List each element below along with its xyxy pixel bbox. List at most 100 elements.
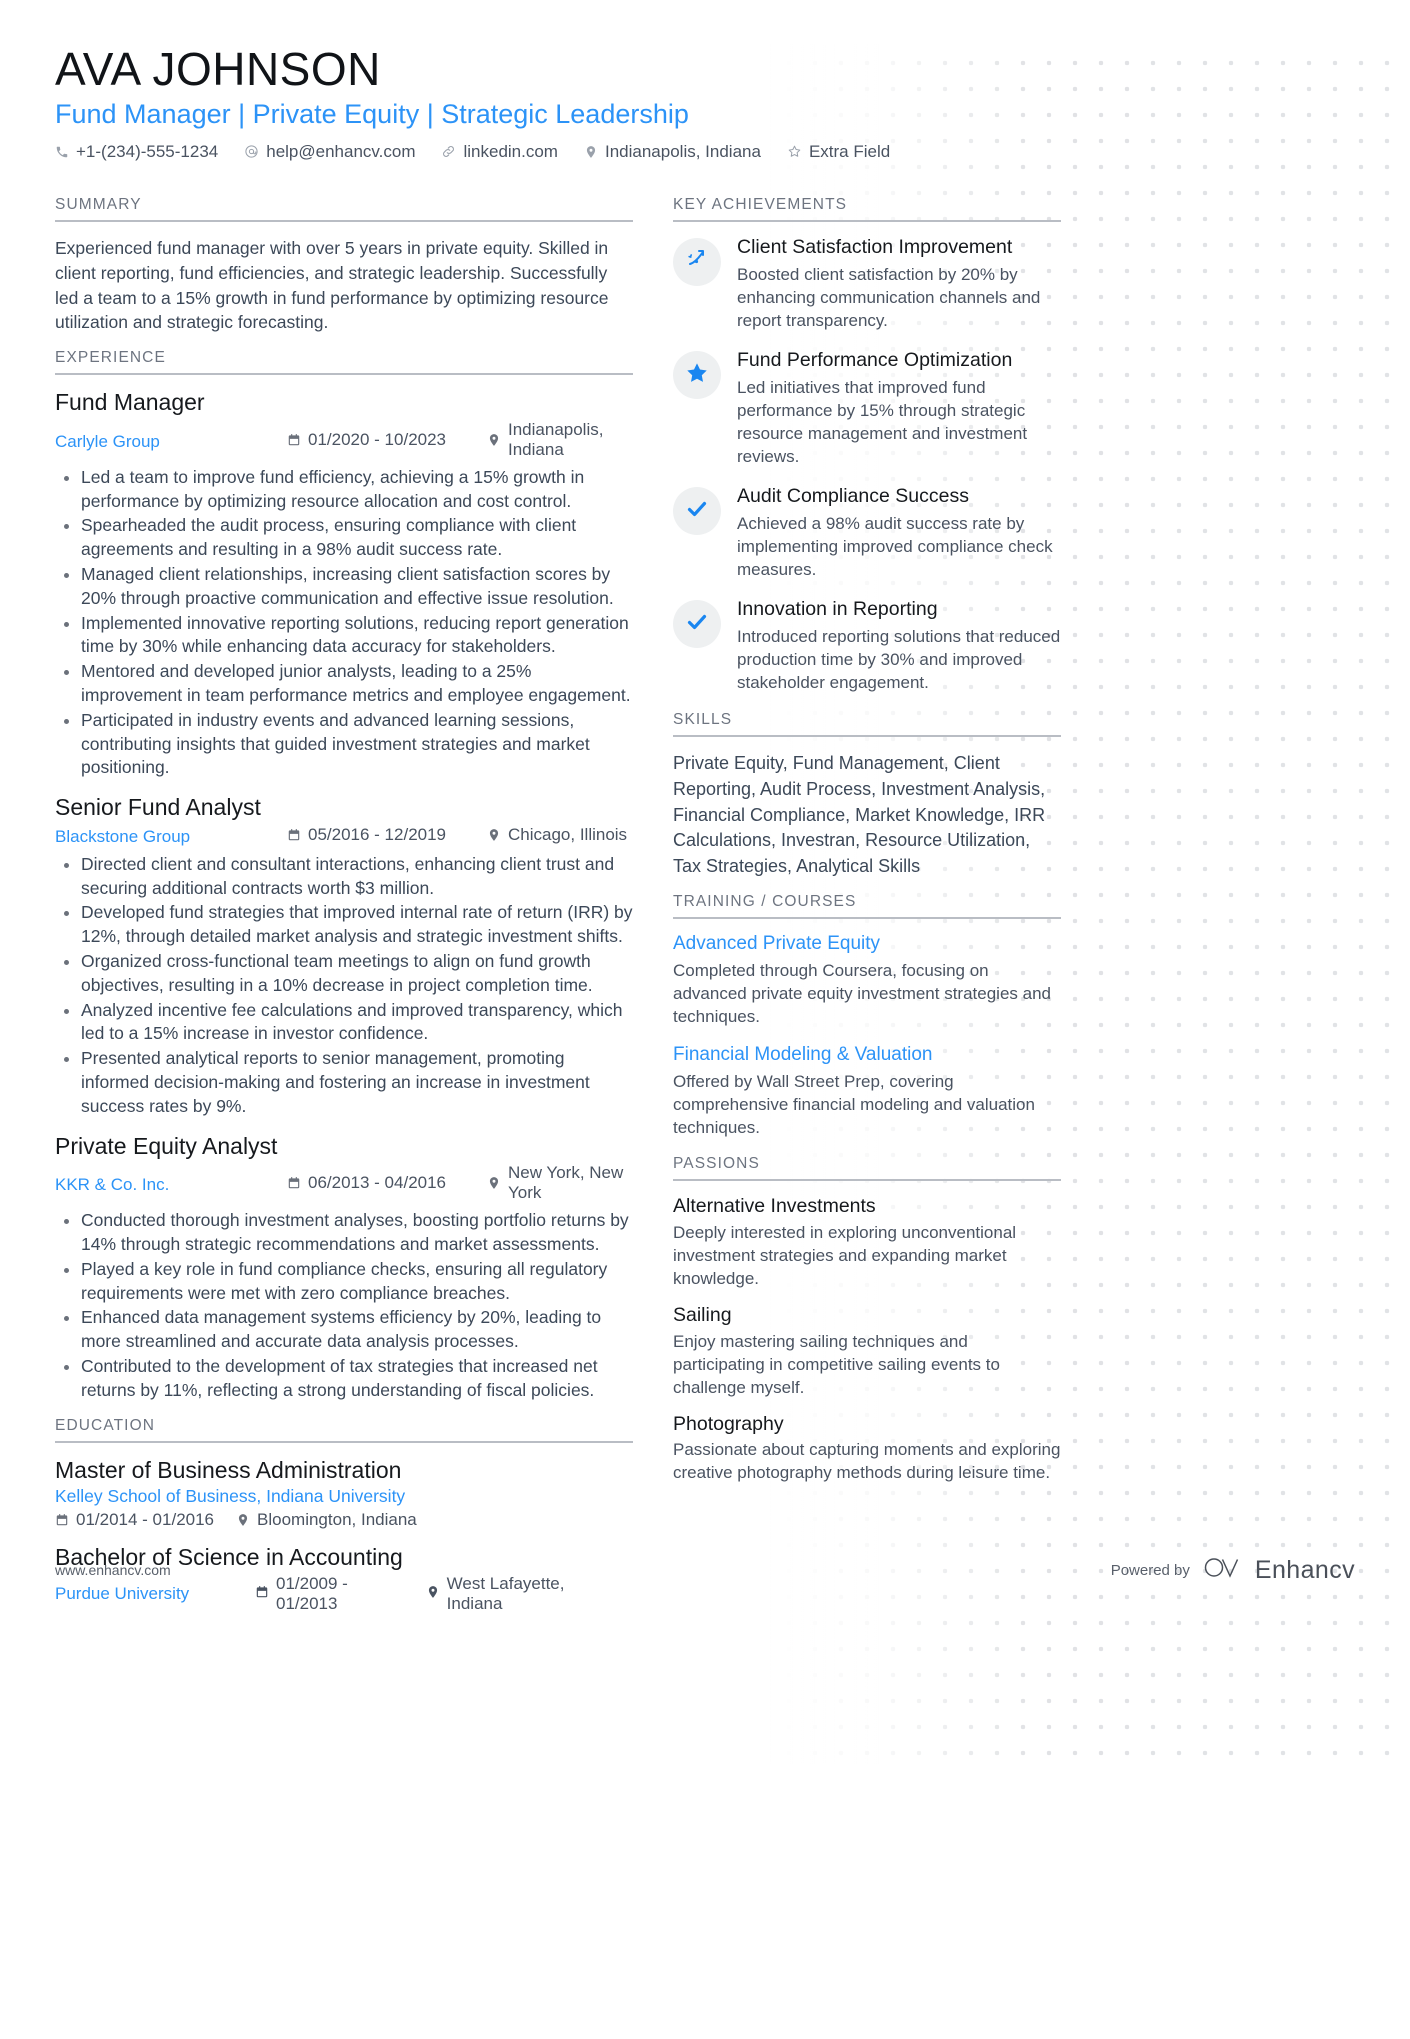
section-title-training-courses: TRAINING / COURSES — [673, 893, 1061, 920]
list-item: Participated in industry events and adva… — [64, 709, 633, 780]
achievement-title: Fund Performance Optimization — [737, 349, 1013, 372]
job-location-text: Chicago, Illinois — [508, 824, 628, 844]
education-location: Bloomington, Indiana — [236, 1510, 417, 1530]
contact-link[interactable]: linkedin.com — [441, 142, 558, 162]
powered-by-label: Powered by — [1110, 1561, 1190, 1579]
summary-text: Experienced fund manager with over 5 yea… — [55, 237, 609, 333]
passion-description: Enjoy mastering sailing techniques and p… — [673, 1331, 1000, 1397]
section-passions: PASSIONS Alternative Investments Deeply … — [673, 1155, 1061, 1484]
phone-icon — [55, 145, 69, 159]
achievement-title: Audit Compliance Success — [737, 485, 969, 508]
resume-page: AVA JOHNSON Fund Manager | Private Equit… — [0, 43, 1410, 1628]
section-title-summary: SUMMARY — [55, 196, 633, 222]
achievement-badge — [673, 600, 721, 649]
section-title-passions: PASSIONS — [673, 1155, 1061, 1182]
page-title: AVA JOHNSON — [55, 43, 381, 95]
section-summary: SUMMARY Experienced fund manager with ov… — [55, 196, 633, 335]
passion-description: Passionate about capturing moments and e… — [673, 1440, 1061, 1483]
job-meta: Carlyle Group 01/2020 - 10/2023 Indianap… — [55, 420, 633, 460]
education-entry: Master of Business Administration Kelley… — [55, 1457, 633, 1531]
education-school[interactable]: Purdue University — [55, 1584, 255, 1604]
location-pin-icon — [584, 145, 598, 159]
course-name[interactable]: Advanced Private Equity — [673, 933, 1061, 956]
contact-extra-field[interactable]: Extra Field — [787, 142, 890, 162]
job-role: Senior Fund Analyst — [55, 794, 261, 821]
course-description: Completed through Coursera, focusing on … — [673, 960, 1052, 1027]
list-item: Conducted thorough investment analyses, … — [64, 1209, 633, 1257]
achievement-description: Led initiatives that improved fund perfo… — [737, 377, 1028, 467]
email-icon — [244, 144, 259, 159]
achievement-body: Innovation in Reporting Introduced repor… — [737, 598, 1061, 694]
calendar-icon — [287, 433, 301, 447]
list-item: Developed fund strategies that improved … — [64, 901, 633, 949]
achievement-description: Introduced reporting solutions that redu… — [737, 627, 1061, 693]
section-title-experience: EXPERIENCE — [55, 349, 633, 376]
course-item: Financial Modeling & Valuation Offered b… — [673, 1044, 1061, 1139]
achievement-description: Achieved a 98% audit success rate by imp… — [737, 514, 1053, 580]
course-description: Offered by Wall Street Prep, covering co… — [673, 1072, 1035, 1138]
list-item: Managed client relationships, increasing… — [64, 563, 633, 611]
passion-item: Photography Passionate about capturing m… — [673, 1413, 1061, 1485]
education-dates-text: 01/2014 - 01/2016 — [76, 1510, 215, 1530]
list-item: Contributed to the development of tax st… — [64, 1355, 633, 1403]
job-dates: 06/2013 - 04/2016 — [287, 1173, 487, 1193]
calendar-icon — [287, 828, 301, 842]
footer-website-url[interactable]: www.enhancv.com — [55, 1562, 171, 1578]
section-experience: EXPERIENCE Fund Manager Carlyle Group 01… — [55, 349, 633, 1402]
job-role: Private Equity Analyst — [55, 1132, 278, 1159]
link-icon — [441, 144, 456, 159]
contact-email[interactable]: help@enhancv.com — [244, 142, 415, 162]
achievement-badge — [673, 351, 721, 400]
achievement-title: Innovation in Reporting — [737, 598, 938, 621]
course-name[interactable]: Financial Modeling & Valuation — [673, 1044, 1061, 1067]
passion-name: Sailing — [673, 1304, 732, 1327]
job-meta: KKR & Co. Inc. 06/2013 - 04/2016 New Yor… — [55, 1163, 633, 1203]
job-location-text: New York, New York — [508, 1163, 624, 1203]
footer-branding: Powered by Enhancv — [1111, 1555, 1355, 1586]
contact-link-text: linkedin.com — [463, 141, 558, 161]
education-meta: 01/2014 - 01/2016 Bloomington, Indiana — [55, 1510, 633, 1530]
list-item: Analyzed incentive fee calculations and … — [64, 999, 633, 1047]
achievement-item: Fund Performance Optimization Led initia… — [673, 349, 1061, 468]
contact-phone-text: +1-(234)-555-1234 — [76, 141, 219, 161]
experience-entry: Fund Manager Carlyle Group 01/2020 - 10/… — [55, 389, 633, 780]
job-dates-text: 06/2013 - 04/2016 — [308, 1173, 447, 1193]
contact-location-text: Indianapolis, Indiana — [604, 141, 761, 161]
section-title-skills: SKILLS — [673, 711, 1061, 738]
achievement-badge — [673, 237, 721, 286]
achievement-item: Client Satisfaction Improvement Boosted … — [673, 236, 1061, 332]
section-training-courses: TRAINING / COURSES Advanced Private Equi… — [673, 893, 1061, 1139]
list-item: Played a key role in fund compliance che… — [64, 1258, 633, 1306]
section-skills: SKILLS Private Equity, Fund Management, … — [673, 711, 1061, 879]
enhancv-logo[interactable]: Enhancv — [1204, 1555, 1355, 1586]
list-item: Enhanced data management systems efficie… — [64, 1306, 633, 1354]
job-company[interactable]: Carlyle Group — [55, 432, 287, 452]
job-company[interactable]: Blackstone Group — [55, 827, 287, 847]
course-item: Advanced Private Equity Completed throug… — [673, 933, 1061, 1028]
job-role: Fund Manager — [55, 389, 205, 416]
job-bullets: Led a team to improve fund efficiency, a… — [55, 466, 633, 780]
job-location: Chicago, Illinois — [487, 825, 627, 845]
resume-header: AVA JOHNSON Fund Manager | Private Equit… — [55, 43, 1355, 162]
job-location: New York, New York — [487, 1163, 633, 1203]
location-pin-icon — [487, 433, 501, 447]
experience-entry: Senior Fund Analyst Blackstone Group 05/… — [55, 794, 633, 1118]
job-company[interactable]: KKR & Co. Inc. — [55, 1175, 287, 1195]
contact-location[interactable]: Indianapolis, Indiana — [584, 142, 761, 162]
education-school[interactable]: Kelley School of Business, Indiana Unive… — [55, 1486, 633, 1507]
calendar-icon — [255, 1584, 269, 1604]
trend-arrow-icon — [685, 247, 709, 276]
contact-extra-field-text: Extra Field — [808, 141, 891, 161]
contact-email-text: help@enhancv.com — [266, 141, 416, 161]
list-item: Directed client and consultant interacti… — [64, 853, 633, 901]
job-dates: 01/2020 - 10/2023 — [287, 430, 487, 450]
job-dates-text: 01/2020 - 10/2023 — [308, 429, 447, 449]
contact-phone[interactable]: +1-(234)-555-1234 — [55, 142, 218, 162]
achievement-description: Boosted client satisfaction by 20% by en… — [737, 264, 1041, 330]
achievement-body: Client Satisfaction Improvement Boosted … — [737, 236, 1061, 332]
calendar-icon — [55, 1513, 69, 1527]
job-bullets: Directed client and consultant interacti… — [55, 853, 633, 1119]
job-dates: 05/2016 - 12/2019 — [287, 825, 487, 845]
location-pin-icon — [487, 1176, 501, 1190]
list-item: Spearheaded the audit process, ensuring … — [64, 514, 633, 562]
